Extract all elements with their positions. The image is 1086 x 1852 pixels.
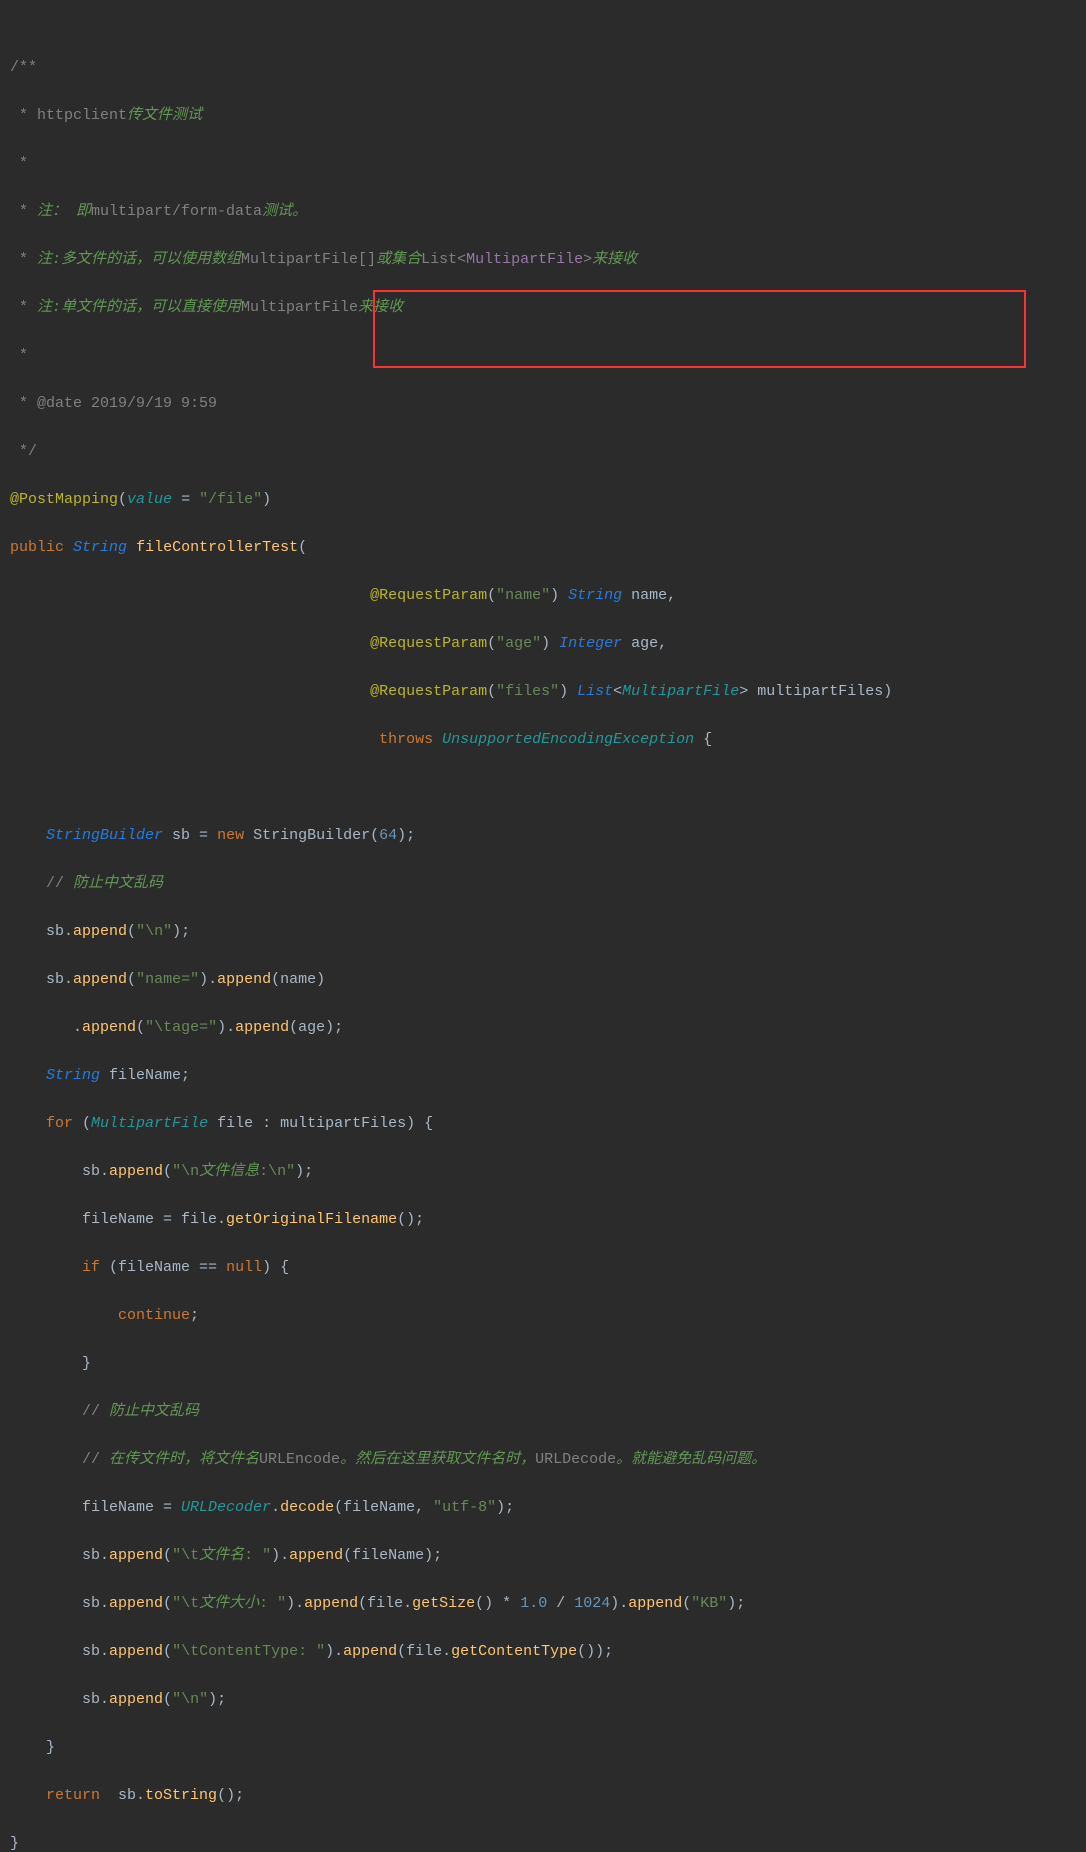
code-editor[interactable]: /** * httpclient传文件测试 * * 注： 即multipart/… [0, 32, 1086, 1852]
code-line: * 注:单文件的话，可以直接使用MultipartFile来接收 [0, 296, 1086, 320]
code-line: public String fileControllerTest( [0, 536, 1086, 560]
code-line: @PostMapping(value = "/file") [0, 488, 1086, 512]
code-line: if (fileName == null) { [0, 1256, 1086, 1280]
code-line: sb.append("name=").append(name) [0, 968, 1086, 992]
code-line: /** [0, 56, 1086, 80]
comment-block: /** [10, 59, 37, 76]
code-line: * [0, 344, 1086, 368]
code-line: sb.append("\n文件信息:\n"); [0, 1160, 1086, 1184]
code-line: * httpclient传文件测试 [0, 104, 1086, 128]
code-line: } [0, 1736, 1086, 1760]
code-line: sb.append("\n"); [0, 920, 1086, 944]
code-line: for (MultipartFile file : multipartFiles… [0, 1112, 1086, 1136]
code-line: sb.append("\t文件大小: ").append(file.getSiz… [0, 1592, 1086, 1616]
code-line: throws UnsupportedEncodingException { [0, 728, 1086, 752]
code-line: continue; [0, 1304, 1086, 1328]
code-line: String fileName; [0, 1064, 1086, 1088]
code-line [0, 776, 1086, 800]
code-line: @RequestParam("name") String name, [0, 584, 1086, 608]
code-line: * 注:多文件的话，可以使用数组MultipartFile[]或集合List<M… [0, 248, 1086, 272]
code-line: sb.append("\n"); [0, 1688, 1086, 1712]
code-line: */ [0, 440, 1086, 464]
code-line: return sb.toString(); [0, 1784, 1086, 1808]
code-line: @RequestParam("files") List<MultipartFil… [0, 680, 1086, 704]
code-line: } [0, 1832, 1086, 1852]
code-line: StringBuilder sb = new StringBuilder(64)… [0, 824, 1086, 848]
code-line: // 防止中文乱码 [0, 1400, 1086, 1424]
code-line: // 在传文件时，将文件名URLEncode。然后在这里获取文件名时，URLDe… [0, 1448, 1086, 1472]
code-line: @RequestParam("age") Integer age, [0, 632, 1086, 656]
code-line: sb.append("\tContentType: ").append(file… [0, 1640, 1086, 1664]
code-line: } [0, 1352, 1086, 1376]
code-line: * [0, 152, 1086, 176]
code-line: .append("\tage=").append(age); [0, 1016, 1086, 1040]
code-line: * @date 2019/9/19 9:59 [0, 392, 1086, 416]
code-line: sb.append("\t文件名: ").append(fileName); [0, 1544, 1086, 1568]
code-line: fileName = file.getOriginalFilename(); [0, 1208, 1086, 1232]
code-line: // 防止中文乱码 [0, 872, 1086, 896]
code-line: * 注： 即multipart/form-data测试。 [0, 200, 1086, 224]
code-line: fileName = URLDecoder.decode(fileName, "… [0, 1496, 1086, 1520]
